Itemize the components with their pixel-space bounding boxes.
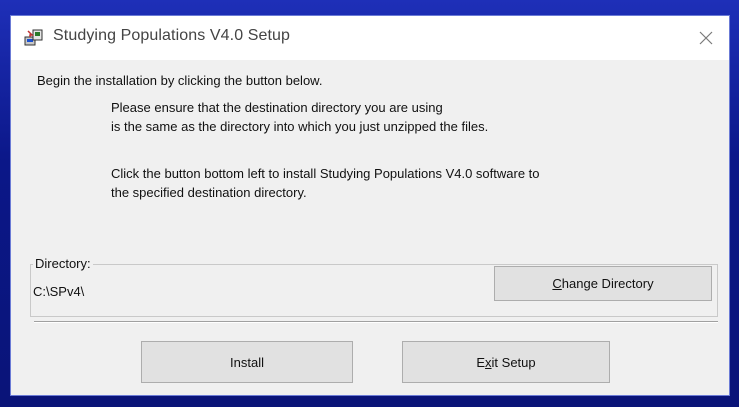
directory-label: Directory: (33, 256, 93, 271)
exit-label-start: E (476, 354, 486, 370)
intro-text: Begin the installation by clicking the b… (37, 73, 323, 88)
setup-dialog: Studying Populations V4.0 Setup Begin th… (10, 15, 730, 396)
dialog-body: Begin the installation by clicking the b… (11, 60, 729, 397)
directory-note-line-2: is the same as the directory into which … (111, 119, 489, 134)
setup-computer-icon (24, 28, 44, 48)
install-button[interactable]: Install (141, 341, 353, 383)
change-directory-button[interactable]: Change Directory (494, 266, 712, 301)
title-bar[interactable]: Studying Populations V4.0 Setup (11, 16, 729, 60)
change-directory-mnemonic: C (552, 276, 562, 291)
separator (34, 321, 718, 323)
directory-note: Please ensure that the destination direc… (111, 98, 488, 136)
directory-path: C:\SPv4\ (33, 284, 85, 299)
close-icon (699, 25, 713, 51)
exit-label-end: it Setup (491, 354, 536, 370)
exit-setup-button[interactable]: Ex it Setup (402, 341, 610, 383)
change-directory-label: hange Directory (561, 276, 654, 291)
install-instructions: Click the button bottom left to install … (111, 164, 540, 202)
directory-note-line-1: Please ensure that the destination direc… (111, 100, 443, 115)
install-instructions-line-1: Click the button bottom left to install … (111, 166, 540, 181)
close-button[interactable] (683, 16, 729, 60)
window-title: Studying Populations V4.0 Setup (53, 27, 291, 44)
install-instructions-line-2: the specified destination directory. (111, 185, 307, 200)
